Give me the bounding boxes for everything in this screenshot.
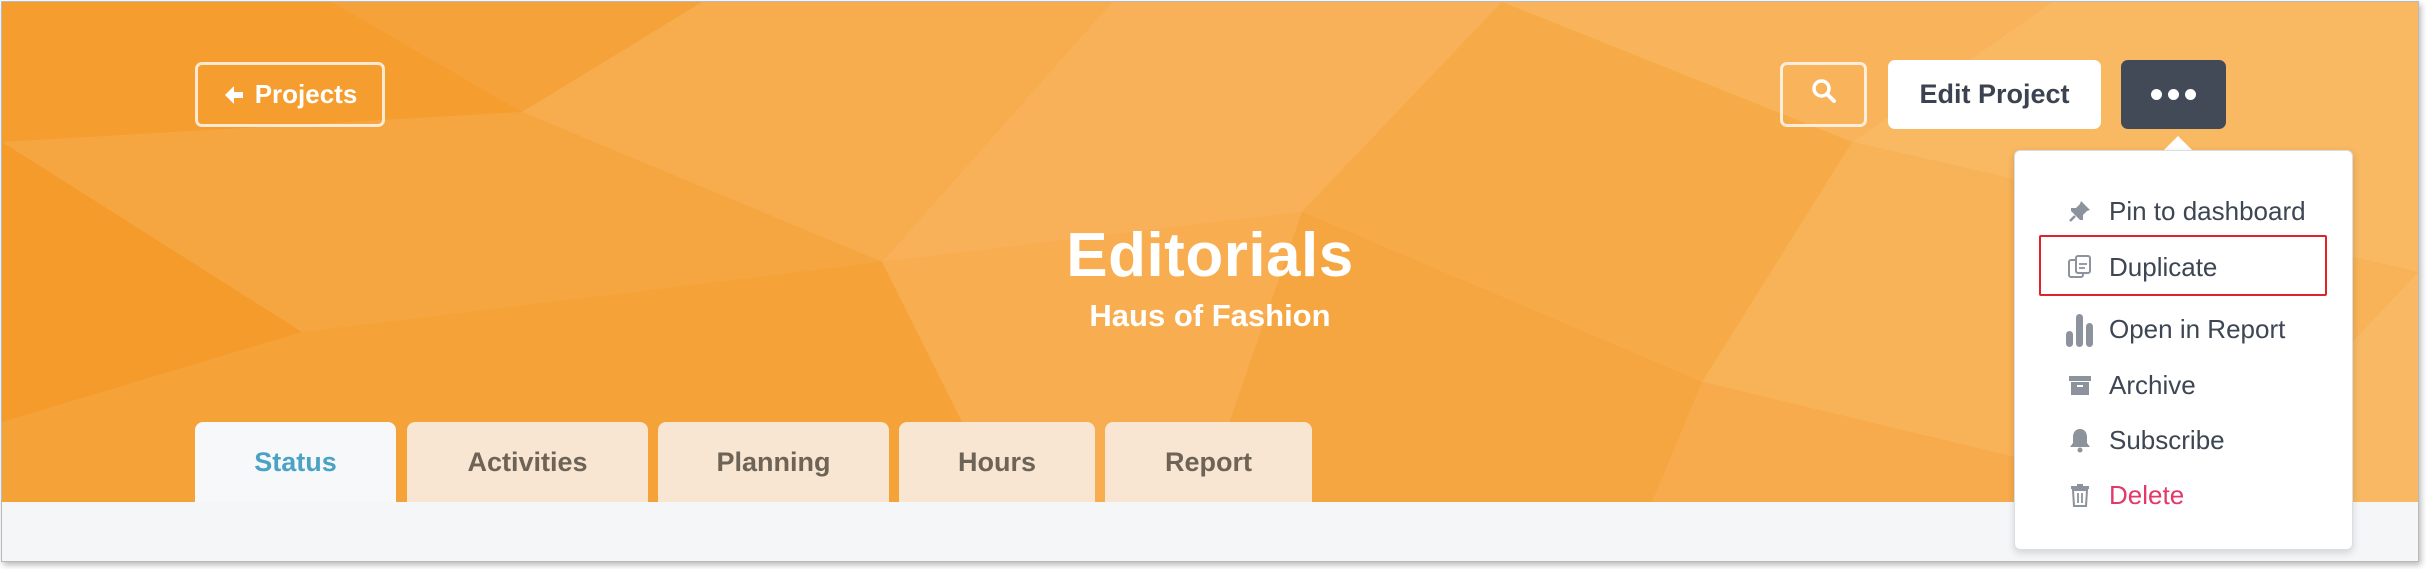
- back-button-label: Projects: [254, 79, 358, 109]
- project-options-menu: Pin to dashboard Duplicate Open in Repor…: [2014, 150, 2353, 550]
- dropdown-caret: [2163, 136, 2193, 151]
- menu-item-label: Archive: [2109, 369, 2196, 400]
- trash-icon: [2065, 479, 2095, 511]
- menu-item-label: Pin to dashboard: [2109, 195, 2306, 226]
- bar-chart-icon: [2065, 313, 2095, 347]
- menu-item-subscribe[interactable]: Subscribe: [2065, 418, 2225, 462]
- tab-activities[interactable]: Activities: [407, 422, 648, 502]
- menu-item-label: Subscribe: [2109, 424, 2225, 455]
- menu-item-pin-to-dashboard[interactable]: Pin to dashboard: [2065, 189, 2306, 233]
- menu-item-label: Duplicate: [2109, 251, 2218, 282]
- duplicate-icon: [2065, 251, 2095, 283]
- edit-project-button[interactable]: Edit Project: [1888, 60, 2101, 129]
- search-icon: [1811, 78, 1837, 111]
- menu-item-duplicate[interactable]: Duplicate: [2065, 245, 2217, 289]
- tab-status[interactable]: Status: [195, 422, 396, 502]
- arrow-left-icon: [223, 84, 245, 106]
- bell-icon: [2065, 424, 2095, 456]
- menu-item-archive[interactable]: Archive: [2065, 363, 2196, 407]
- more-options-button[interactable]: [2121, 60, 2226, 129]
- menu-item-label: Open in Report: [2109, 313, 2286, 344]
- archive-icon: [2065, 369, 2095, 401]
- menu-item-delete[interactable]: Delete: [2065, 473, 2184, 517]
- menu-item-open-in-report[interactable]: Open in Report: [2065, 307, 2285, 351]
- app-window: Projects Edit Project Editorials Haus of…: [1, 1, 2419, 562]
- tab-planning[interactable]: Planning: [658, 422, 889, 502]
- search-button[interactable]: [1780, 62, 1867, 127]
- ellipsis-icon: [2151, 89, 2162, 100]
- pin-icon: [2065, 195, 2095, 227]
- back-to-projects-button[interactable]: Projects: [195, 62, 385, 127]
- tab-report[interactable]: Report: [1105, 422, 1312, 502]
- menu-item-label: Delete: [2109, 479, 2185, 510]
- tab-hours[interactable]: Hours: [899, 422, 1095, 502]
